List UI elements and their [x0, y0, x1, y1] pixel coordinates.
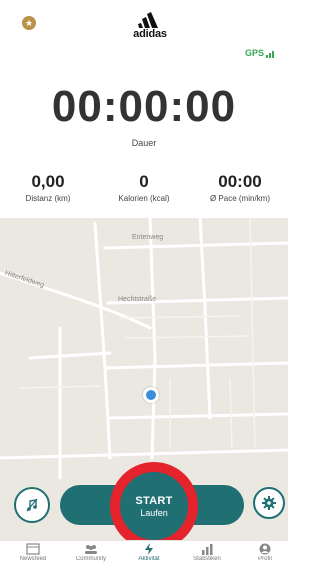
stat-distance-value: 0,00 [31, 172, 65, 191]
duration-timer: 00:00:00 [51, 82, 237, 131]
nav-label: Community [75, 556, 107, 562]
activity-type-label: Laufen [140, 507, 168, 518]
music-off-icon [26, 498, 38, 512]
stat-distance: 0,00 Distanz (km) [0, 172, 96, 203]
nav-label: Profil [258, 556, 272, 562]
brand-name: adidas [133, 28, 167, 40]
gps-label: GPS [244, 48, 264, 58]
signal-icon [266, 51, 274, 58]
duration-label: Dauer [131, 138, 157, 148]
community-icon [85, 545, 97, 554]
bottom-navigation: Newsfeed Community Aktivität Statistiken… [0, 540, 288, 567]
map-street-label: Entenweg [132, 234, 164, 241]
nav-item-profile[interactable]: Profil [236, 543, 294, 564]
stat-pace: 00:00 Ø Pace (min/km) [192, 172, 288, 203]
nav-label: Aktivität [138, 556, 160, 562]
nav-item-newsfeed[interactable]: Newsfeed [4, 543, 62, 564]
start-button[interactable]: START Laufen [110, 462, 198, 550]
map-street-label: Hechtstraße [118, 296, 157, 303]
brand-logo: adidas [128, 12, 172, 40]
nav-label: Newsfeed [19, 556, 47, 562]
profile-icon [259, 543, 271, 555]
nav-item-statistics[interactable]: Statistiken [178, 543, 236, 564]
star-icon[interactable]: ★ [22, 16, 36, 30]
current-location-marker [143, 387, 159, 403]
statistics-icon [202, 544, 213, 555]
stat-pace-value: 00:00 [218, 172, 262, 191]
start-label: START [135, 494, 173, 507]
stat-calories-value: 0 [139, 172, 149, 191]
music-button[interactable] [14, 487, 50, 523]
stat-distance-label: Distanz (km) [25, 194, 71, 203]
gear-icon [262, 496, 276, 510]
nav-label: Statistiken [193, 556, 221, 562]
gps-indicator: GPS [245, 48, 274, 58]
activity-icon [145, 543, 153, 555]
settings-button[interactable] [253, 487, 285, 519]
stat-calories-label: Kalorien (kcal) [118, 194, 170, 203]
newsfeed-icon [26, 543, 40, 555]
nav-item-community[interactable]: Community [62, 543, 120, 564]
nav-item-activity[interactable]: Aktivität [120, 543, 178, 564]
stat-pace-label: Ø Pace (min/km) [209, 194, 270, 203]
stat-calories: 0 Kalorien (kcal) [96, 172, 192, 203]
